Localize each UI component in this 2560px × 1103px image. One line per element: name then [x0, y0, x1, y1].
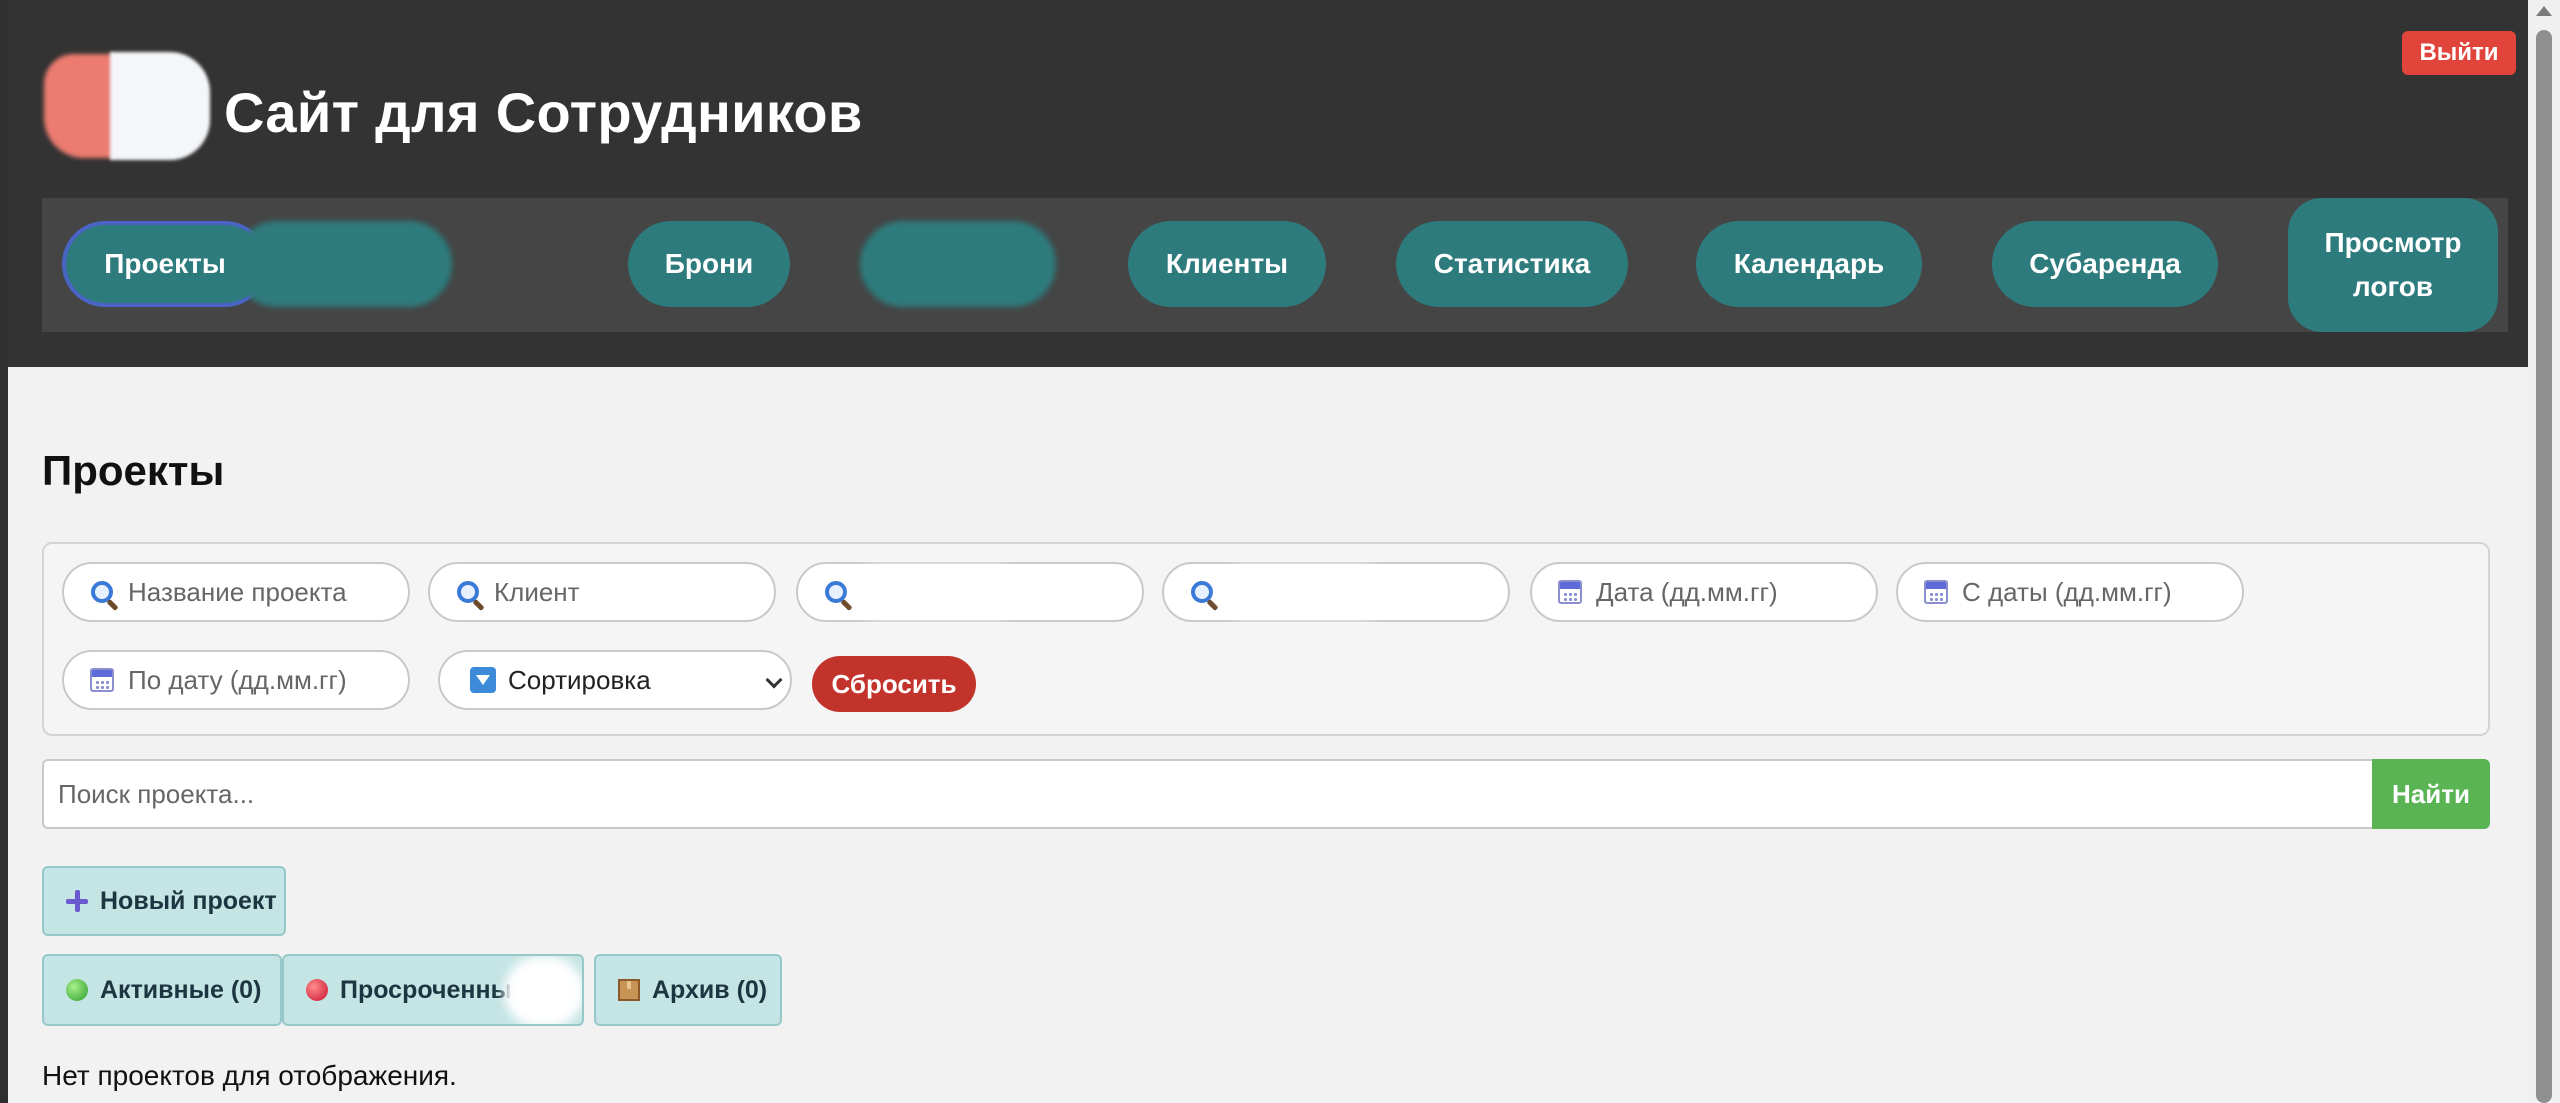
- date-placeholder: Дата (дд.мм.гг): [1596, 576, 1778, 607]
- search-icon: [457, 581, 479, 603]
- tab-overdue-label: Просроченные: [340, 975, 526, 1004]
- new-project-label: Новый проект: [100, 886, 277, 915]
- logo-right-shape: [110, 52, 210, 160]
- search-icon: [1191, 581, 1213, 603]
- tab-archive[interactable]: Архив (0): [594, 954, 782, 1026]
- green-circle-icon: [66, 979, 88, 1001]
- sort-select[interactable]: Сортировка: [438, 650, 792, 710]
- chevron-down-icon: [765, 671, 783, 689]
- plus-icon: [66, 890, 88, 912]
- site-title: Сайт для Сотрудников: [224, 81, 863, 144]
- project-name-filter[interactable]: Название проекта: [62, 562, 410, 622]
- search-placeholder: Поиск проекта...: [58, 778, 255, 809]
- package-icon: [618, 979, 640, 1001]
- tab-archive-label: Архив (0): [652, 975, 768, 1004]
- tab-overdue[interactable]: Просроченные: [282, 954, 584, 1026]
- date-filter[interactable]: Дата (дд.мм.гг): [1530, 562, 1878, 622]
- from-date-filter[interactable]: С даты (дд.мм.гг): [1896, 562, 2244, 622]
- to-date-placeholder: По дату (дд.мм.гг): [128, 664, 347, 695]
- nav-sublease[interactable]: Субаренда: [1992, 221, 2218, 307]
- new-project-button[interactable]: Новый проект: [42, 866, 286, 936]
- nav-redacted-2[interactable]: [860, 221, 1056, 307]
- to-date-filter[interactable]: По дату (дд.мм.гг): [62, 650, 410, 710]
- calendar-icon: [1558, 580, 1582, 604]
- calendar-icon: [1924, 580, 1948, 604]
- sort-down-icon: [470, 667, 496, 693]
- project-name-placeholder: Название проекта: [128, 576, 347, 607]
- nav-bookings[interactable]: Брони: [628, 221, 790, 307]
- search-icon: [91, 581, 113, 603]
- scroll-up-arrow-icon[interactable]: [2536, 6, 2552, 16]
- red-circle-icon: [306, 979, 328, 1001]
- logout-button[interactable]: Выйти: [2402, 31, 2516, 75]
- nav-calendar[interactable]: Календарь: [1696, 221, 1922, 307]
- reset-button[interactable]: Сбросить: [812, 656, 976, 712]
- nav-clients[interactable]: Клиенты: [1128, 221, 1326, 307]
- tab-active-label: Активные (0): [100, 975, 262, 1004]
- nav-bar: Проекты Брони Клиенты Статистика Календа…: [42, 198, 2508, 332]
- main-content: Проекты Название проекта Клиент Дата (дд…: [8, 367, 2528, 1103]
- from-date-placeholder: С даты (дд.мм.гг): [1962, 576, 2172, 607]
- nav-redacted-1[interactable]: [234, 221, 452, 307]
- page-title: Проекты: [42, 447, 225, 494]
- redacted-count: [504, 956, 582, 1024]
- nav-statistics[interactable]: Статистика: [1396, 221, 1628, 307]
- scroll-thumb[interactable]: [2536, 30, 2552, 1103]
- redacted-filter-2[interactable]: [1162, 562, 1510, 622]
- project-search-input[interactable]: Поиск проекта...: [42, 759, 2372, 829]
- redacted-filter-1[interactable]: [796, 562, 1144, 622]
- sort-label: Сортировка: [508, 664, 651, 695]
- nav-view-logs[interactable]: Просмотр логов: [2288, 198, 2498, 332]
- logo: [44, 52, 210, 160]
- redacted-placeholder: [862, 572, 1012, 612]
- client-placeholder: Клиент: [494, 576, 580, 607]
- logo-left-shape: [44, 54, 114, 158]
- tab-active[interactable]: Активные (0): [42, 954, 282, 1026]
- find-button[interactable]: Найти: [2372, 759, 2490, 829]
- search-bar: Поиск проекта... Найти: [42, 759, 2490, 829]
- header: Сайт для Сотрудников Выйти Проекты Брони…: [8, 0, 2528, 367]
- calendar-icon: [90, 668, 114, 692]
- scrollbar[interactable]: [2528, 0, 2560, 1103]
- filters-panel: Название проекта Клиент Дата (дд.мм.гг) …: [42, 542, 2490, 736]
- empty-message: Нет проектов для отображения.: [42, 1060, 457, 1091]
- search-icon: [825, 581, 847, 603]
- redacted-placeholder: [1228, 572, 1378, 612]
- client-filter[interactable]: Клиент: [428, 562, 776, 622]
